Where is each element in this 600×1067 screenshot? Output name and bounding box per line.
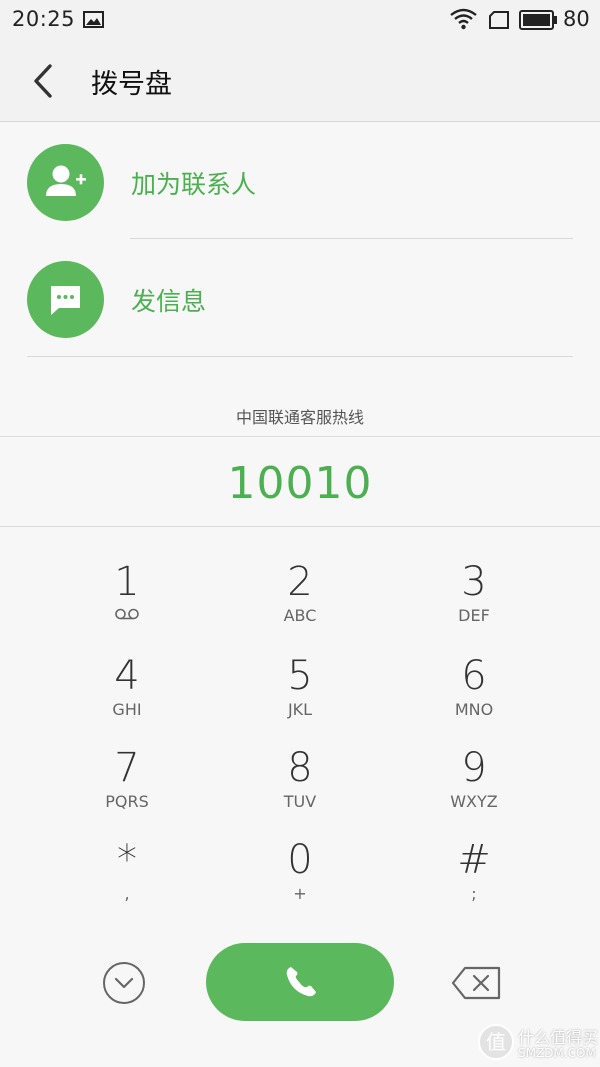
back-arrow-icon[interactable] [24, 60, 64, 102]
key-0[interactable]: 0 + [210, 838, 390, 928]
key-letters: + [293, 884, 307, 903]
key-letters: GHI [112, 700, 142, 719]
key-7[interactable]: 7 PQRS [37, 746, 217, 836]
status-time: 20:25 [12, 7, 76, 31]
key-digit: * [117, 837, 137, 883]
key-3[interactable]: 3 DEF [384, 560, 564, 650]
key-letters: ABC [283, 606, 317, 625]
key-letters: PQRS [105, 792, 149, 811]
divider [27, 356, 573, 357]
key-digit: 7 [114, 745, 140, 791]
app-header: 拨号盘 [0, 40, 600, 122]
send-message-action[interactable]: 发信息 [0, 239, 600, 349]
phone-icon [286, 967, 316, 997]
key-star[interactable]: * , [37, 838, 217, 928]
battery-icon [519, 10, 557, 30]
watermark: 值 什么值得买 SMZDM.COM [478, 1022, 598, 1064]
message-icon [51, 286, 80, 315]
add-contact-icon [46, 165, 86, 196]
watermark-text: 什么值得买 [518, 1028, 599, 1047]
page-title: 拨号盘 [91, 69, 172, 100]
key-digit: 8 [287, 745, 313, 791]
image-icon [83, 11, 104, 28]
backspace-icon[interactable] [451, 966, 501, 1000]
add-contact-action[interactable]: 加为联系人 [0, 122, 600, 232]
sim-icon [489, 11, 509, 29]
watermark-subtext: SMZDM.COM [518, 1046, 596, 1060]
key-digit: 9 [461, 745, 487, 791]
add-contact-icon-circle [27, 144, 104, 221]
key-digit: 6 [461, 653, 487, 699]
key-letters: ; [471, 884, 477, 903]
key-digit: 1 [114, 559, 140, 605]
call-button[interactable] [206, 943, 394, 1021]
key-9[interactable]: 9 WXYZ [384, 746, 564, 836]
key-digit: 2 [287, 559, 313, 605]
key-digit: 3 [461, 559, 487, 605]
key-6[interactable]: 6 MNO [384, 654, 564, 744]
key-digit: 5 [287, 653, 313, 699]
dialed-number: 10010 [227, 458, 373, 509]
watermark-logo: 值 [478, 1024, 514, 1060]
send-message-label: 发信息 [131, 287, 207, 316]
key-letters: MNO [454, 700, 494, 719]
key-4[interactable]: 4 GHI [37, 654, 217, 744]
key-1[interactable]: 1 [37, 560, 217, 650]
add-contact-label: 加为联系人 [131, 170, 257, 199]
key-2[interactable]: 2 ABC [210, 560, 390, 650]
key-letters: TUV [283, 792, 317, 811]
key-letters: , [124, 884, 130, 903]
caller-label: 中国联通客服热线 [235, 408, 364, 427]
wifi-icon [450, 8, 477, 30]
message-icon-circle [27, 261, 104, 338]
key-digit: # [457, 837, 491, 883]
key-digit: 4 [114, 653, 140, 699]
key-8[interactable]: 8 TUV [210, 746, 390, 836]
key-digit: 0 [287, 837, 313, 883]
key-letters: WXYZ [450, 792, 498, 811]
dialed-number-field[interactable]: 10010 [0, 436, 600, 527]
key-letters: JKL [287, 700, 313, 719]
key-hash[interactable]: # ; [384, 838, 564, 928]
chevron-down-circle-icon[interactable] [102, 961, 146, 1005]
key-letters: DEF [458, 606, 490, 625]
status-bar: 20:25 80 [0, 0, 600, 40]
voicemail-icon [115, 608, 139, 620]
battery-level: 80 [563, 7, 590, 31]
key-5[interactable]: 5 JKL [210, 654, 390, 744]
